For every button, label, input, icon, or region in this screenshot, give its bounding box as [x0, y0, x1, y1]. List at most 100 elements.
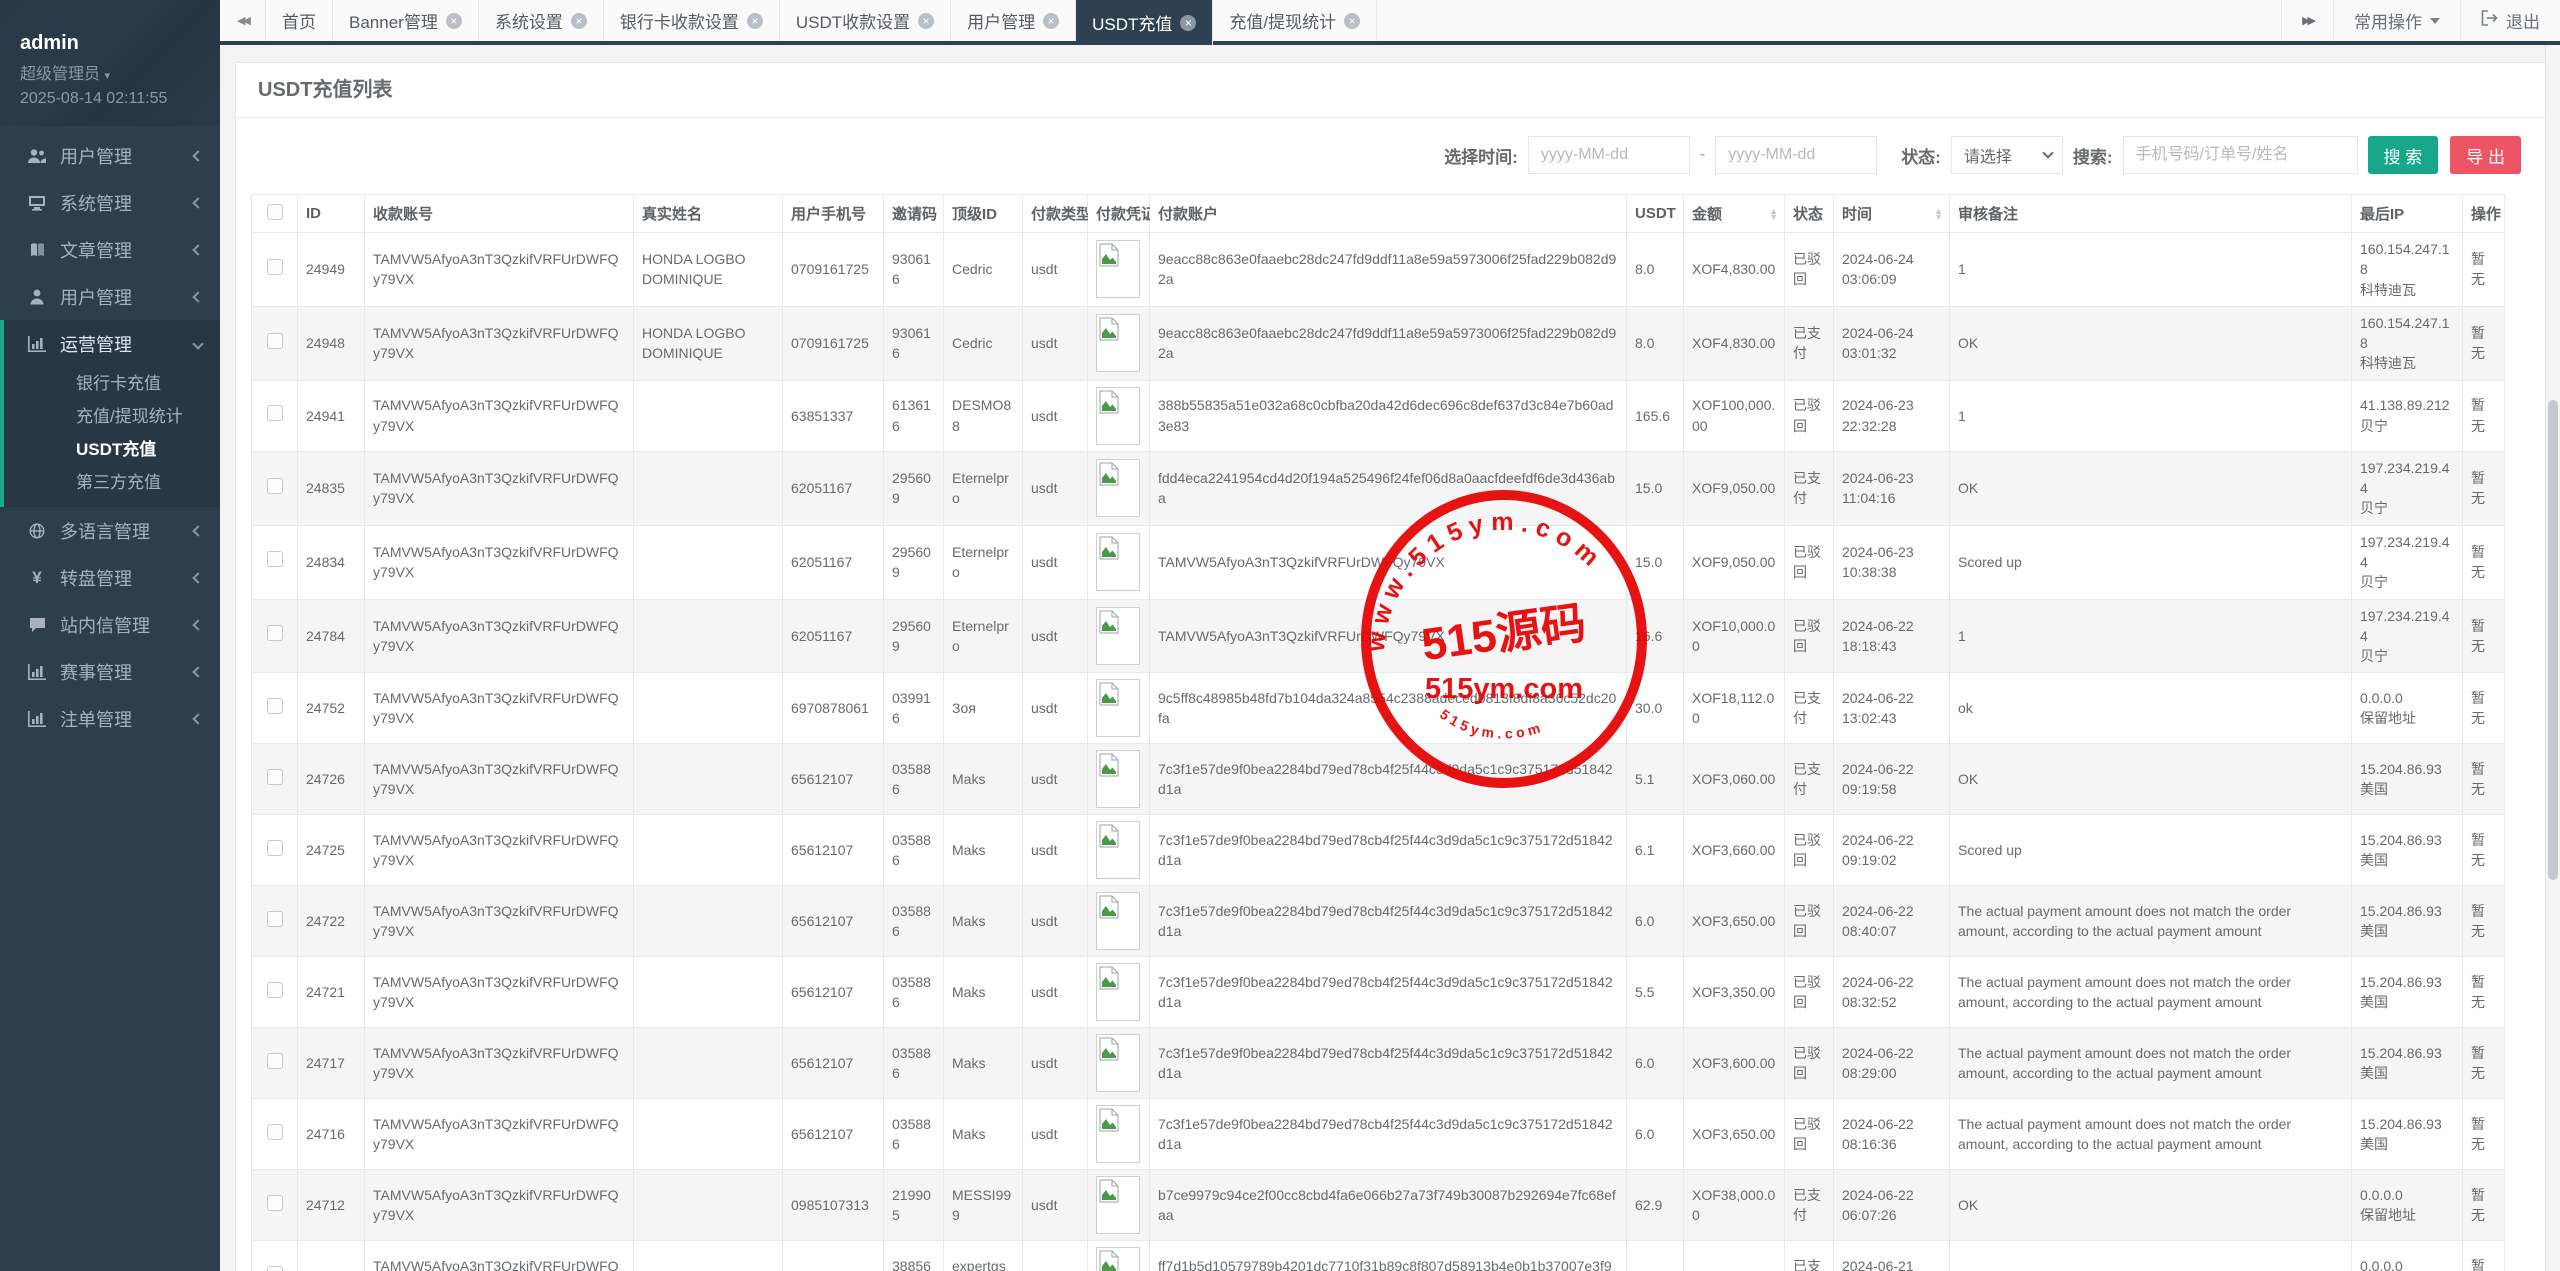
tab-usdt-recharge[interactable]: USDT充值× — [1076, 0, 1213, 45]
scrollbar-thumb[interactable] — [2548, 400, 2558, 880]
search-input[interactable] — [2123, 136, 2358, 174]
payment-voucher-thumbnail[interactable] — [1096, 387, 1140, 445]
payment-voucher-thumbnail[interactable] — [1096, 1247, 1140, 1271]
status-select[interactable]: 请选择 — [1951, 136, 2063, 174]
cell-amount: XOF9,050.00 — [1684, 451, 1785, 525]
cell-action: 暂无 — [2463, 815, 2505, 886]
payment-voucher-thumbnail[interactable] — [1096, 1176, 1140, 1234]
payment-voucher-thumbnail[interactable] — [1096, 750, 1140, 808]
search-button[interactable]: 搜 索 — [2368, 136, 2439, 174]
payment-voucher-thumbnail[interactable] — [1096, 821, 1140, 879]
payment-voucher-thumbnail[interactable] — [1096, 314, 1140, 372]
row-checkbox[interactable] — [267, 259, 283, 275]
close-icon[interactable]: × — [918, 13, 934, 29]
row-checkbox[interactable] — [267, 1266, 283, 1271]
payment-voucher-thumbnail[interactable] — [1096, 1034, 1140, 1092]
tab-system-settings[interactable]: 系统设置× — [479, 0, 604, 41]
logout-button[interactable]: 退出 — [2460, 0, 2560, 41]
row-checkbox[interactable] — [267, 551, 283, 567]
column-header-amount-sortable[interactable]: 金额▲▼ — [1684, 195, 1785, 233]
broken-image-icon — [1099, 536, 1119, 560]
broken-image-icon — [1099, 317, 1119, 341]
select-all-checkbox[interactable] — [267, 204, 283, 220]
row-checkbox[interactable] — [267, 478, 283, 494]
sidebar-item-system-management[interactable]: 系统管理 — [0, 179, 220, 226]
row-checkbox[interactable] — [267, 625, 283, 641]
row-checkbox[interactable] — [267, 1124, 283, 1140]
sidebar-subitem-bank-card-recharge[interactable]: 银行卡充值 — [4, 367, 220, 400]
tabs-scroll-left-button[interactable]: ◀◀ — [220, 0, 266, 41]
close-icon[interactable]: × — [1180, 15, 1196, 31]
row-checkbox[interactable] — [267, 405, 283, 421]
close-icon[interactable]: × — [571, 13, 587, 29]
table-row: 24752 TAMVW5AfyoA3nT3QzkifVRFUrDWFQy79VX… — [252, 673, 2505, 744]
payment-voucher-thumbnail[interactable] — [1096, 240, 1140, 298]
usdt-recharge-panel: USDT充值列表 选择时间: - 状态: 请选择 搜索: 搜 索 导 出 — [235, 62, 2546, 1271]
close-icon[interactable]: × — [1344, 13, 1360, 29]
payment-voucher-thumbnail[interactable] — [1096, 459, 1140, 517]
row-checkbox[interactable] — [267, 333, 283, 349]
row-checkbox[interactable] — [267, 840, 283, 856]
tab-usdt-payment-settings[interactable]: USDT收款设置× — [780, 0, 951, 41]
sidebar-item-user-management[interactable]: 用户管理 — [0, 132, 220, 179]
common-operations-dropdown[interactable]: 常用操作 — [2333, 0, 2460, 41]
close-icon[interactable]: × — [1043, 13, 1059, 29]
row-checkbox[interactable] — [267, 1195, 283, 1211]
row-checkbox[interactable] — [267, 982, 283, 998]
date-from-input[interactable] — [1528, 136, 1690, 174]
table-row: 24725 TAMVW5AfyoA3nT3QzkifVRFUrDWFQy79VX… — [252, 815, 2505, 886]
sidebar-subitem-third-party-recharge[interactable]: 第三方充值 — [4, 466, 220, 499]
cell-payment-voucher — [1088, 673, 1150, 744]
payment-voucher-thumbnail[interactable] — [1096, 892, 1140, 950]
tab-bank-card-payment-settings[interactable]: 银行卡收款设置× — [604, 0, 780, 41]
sidebar-item-wheel-management[interactable]: ¥ 转盘管理 — [0, 554, 220, 601]
row-checkbox[interactable] — [267, 769, 283, 785]
sidebar-item-member-management[interactable]: 用户管理 — [0, 273, 220, 320]
cell-usdt: 5.5 — [1627, 957, 1684, 1028]
vertical-scrollbar[interactable] — [2545, 45, 2560, 1271]
payment-voucher-thumbnail[interactable] — [1096, 679, 1140, 737]
payment-voucher-thumbnail[interactable] — [1096, 1105, 1140, 1163]
sidebar-item-article-management[interactable]: 文章管理 — [0, 226, 220, 273]
tab-recharge-withdraw-stats[interactable]: 充值/提现统计× — [1213, 0, 1377, 41]
sidebar-item-bet-order-management[interactable]: 注单管理 — [0, 695, 220, 742]
sidebar-item-operations-management[interactable]: 运营管理 — [4, 320, 220, 367]
sidebar-subitem-recharge-withdraw-stats[interactable]: 充值/提现统计 — [4, 400, 220, 433]
tab-home[interactable]: 首页 — [266, 0, 333, 41]
caret-down-icon: ▾ — [104, 70, 110, 82]
cell-usdt: 6.0 — [1627, 886, 1684, 957]
row-checkbox[interactable] — [267, 1053, 283, 1069]
cell-top-id: Eternelpro — [944, 525, 1023, 599]
sidebar-item-match-management[interactable]: 赛事管理 — [0, 648, 220, 695]
cell-review-remark: Scored up — [1950, 815, 2352, 886]
close-icon[interactable]: × — [446, 13, 462, 29]
sidebar-item-site-message-management[interactable]: 站内信管理 — [0, 601, 220, 648]
row-checkbox[interactable] — [267, 911, 283, 927]
cell-phone: 63851337 — [783, 380, 884, 451]
tab-user-management[interactable]: 用户管理× — [951, 0, 1076, 41]
sidebar-item-multilanguage-management[interactable]: 多语言管理 — [0, 507, 220, 554]
tabbar-right-controls: ▶▶ 常用操作 退出 — [2281, 0, 2560, 41]
column-header-time-sortable[interactable]: 时间▲▼ — [1834, 195, 1950, 233]
cell-usdt: 8.0 — [1627, 306, 1684, 380]
cell-top-id: Eternelpro — [944, 599, 1023, 673]
cell-payment-voucher — [1088, 886, 1150, 957]
payment-voucher-thumbnail[interactable] — [1096, 533, 1140, 591]
cell-time: 2024-06-22 18:18:43 — [1834, 599, 1950, 673]
users-icon — [24, 148, 50, 164]
payment-voucher-thumbnail[interactable] — [1096, 607, 1140, 665]
date-to-input[interactable] — [1715, 136, 1877, 174]
export-button[interactable]: 导 出 — [2450, 136, 2521, 174]
payment-voucher-thumbnail[interactable] — [1096, 963, 1140, 1021]
user-role-dropdown[interactable]: 超级管理员 ▾ — [20, 60, 220, 84]
close-icon[interactable]: × — [747, 13, 763, 29]
sidebar-subitem-usdt-recharge[interactable]: USDT充值 — [4, 433, 220, 466]
cell-top-id: Maks — [944, 815, 1023, 886]
cell-review-remark: OK — [1950, 306, 2352, 380]
broken-image-icon — [1099, 824, 1119, 848]
cell-real-name — [634, 451, 783, 525]
row-checkbox[interactable] — [267, 698, 283, 714]
tab-banner-management[interactable]: Banner管理× — [333, 0, 479, 41]
cell-review-remark: OK — [1950, 451, 2352, 525]
tabs-scroll-right-button[interactable]: ▶▶ — [2281, 0, 2333, 41]
